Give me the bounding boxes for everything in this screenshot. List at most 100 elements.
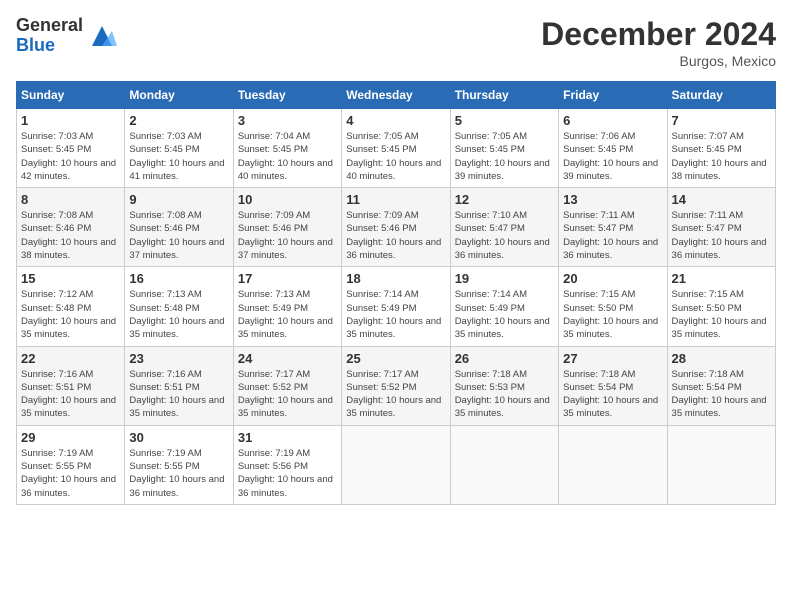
calendar-cell: 6 Sunrise: 7:06 AM Sunset: 5:45 PM Dayli… [559, 109, 667, 188]
day-number: 15 [21, 271, 120, 286]
calendar-week-row: 29 Sunrise: 7:19 AM Sunset: 5:55 PM Dayl… [17, 425, 776, 504]
day-info: Sunrise: 7:08 AM Sunset: 5:46 PM Dayligh… [129, 209, 228, 262]
weekday-header: Monday [125, 82, 233, 109]
calendar-cell: 8 Sunrise: 7:08 AM Sunset: 5:46 PM Dayli… [17, 188, 125, 267]
day-info: Sunrise: 7:15 AM Sunset: 5:50 PM Dayligh… [563, 288, 662, 341]
weekday-header: Thursday [450, 82, 558, 109]
day-info: Sunrise: 7:11 AM Sunset: 5:47 PM Dayligh… [672, 209, 771, 262]
day-number: 18 [346, 271, 445, 286]
title-section: December 2024 Burgos, Mexico [541, 16, 776, 69]
day-number: 1 [21, 113, 120, 128]
calendar-cell: 9 Sunrise: 7:08 AM Sunset: 5:46 PM Dayli… [125, 188, 233, 267]
calendar-cell [450, 425, 558, 504]
calendar-cell: 27 Sunrise: 7:18 AM Sunset: 5:54 PM Dayl… [559, 346, 667, 425]
day-number: 16 [129, 271, 228, 286]
calendar-cell: 24 Sunrise: 7:17 AM Sunset: 5:52 PM Dayl… [233, 346, 341, 425]
calendar-cell: 28 Sunrise: 7:18 AM Sunset: 5:54 PM Dayl… [667, 346, 775, 425]
day-info: Sunrise: 7:15 AM Sunset: 5:50 PM Dayligh… [672, 288, 771, 341]
day-number: 17 [238, 271, 337, 286]
day-info: Sunrise: 7:17 AM Sunset: 5:52 PM Dayligh… [346, 368, 445, 421]
logo-general: General [16, 16, 83, 36]
day-number: 3 [238, 113, 337, 128]
calendar-cell: 1 Sunrise: 7:03 AM Sunset: 5:45 PM Dayli… [17, 109, 125, 188]
day-info: Sunrise: 7:13 AM Sunset: 5:48 PM Dayligh… [129, 288, 228, 341]
weekday-header: Friday [559, 82, 667, 109]
logo-text: General Blue [16, 16, 83, 56]
calendar-cell: 2 Sunrise: 7:03 AM Sunset: 5:45 PM Dayli… [125, 109, 233, 188]
calendar-cell: 22 Sunrise: 7:16 AM Sunset: 5:51 PM Dayl… [17, 346, 125, 425]
calendar-cell [667, 425, 775, 504]
month-title: December 2024 [541, 16, 776, 53]
day-info: Sunrise: 7:08 AM Sunset: 5:46 PM Dayligh… [21, 209, 120, 262]
day-number: 6 [563, 113, 662, 128]
calendar-week-row: 1 Sunrise: 7:03 AM Sunset: 5:45 PM Dayli… [17, 109, 776, 188]
calendar-cell: 23 Sunrise: 7:16 AM Sunset: 5:51 PM Dayl… [125, 346, 233, 425]
calendar-cell: 29 Sunrise: 7:19 AM Sunset: 5:55 PM Dayl… [17, 425, 125, 504]
day-number: 23 [129, 351, 228, 366]
day-info: Sunrise: 7:19 AM Sunset: 5:56 PM Dayligh… [238, 447, 337, 500]
day-number: 24 [238, 351, 337, 366]
calendar-table: SundayMondayTuesdayWednesdayThursdayFrid… [16, 81, 776, 505]
calendar-cell: 31 Sunrise: 7:19 AM Sunset: 5:56 PM Dayl… [233, 425, 341, 504]
location: Burgos, Mexico [541, 53, 776, 69]
day-info: Sunrise: 7:16 AM Sunset: 5:51 PM Dayligh… [21, 368, 120, 421]
day-info: Sunrise: 7:11 AM Sunset: 5:47 PM Dayligh… [563, 209, 662, 262]
day-number: 5 [455, 113, 554, 128]
calendar-cell: 11 Sunrise: 7:09 AM Sunset: 5:46 PM Dayl… [342, 188, 450, 267]
day-info: Sunrise: 7:03 AM Sunset: 5:45 PM Dayligh… [21, 130, 120, 183]
calendar-cell: 3 Sunrise: 7:04 AM Sunset: 5:45 PM Dayli… [233, 109, 341, 188]
day-info: Sunrise: 7:17 AM Sunset: 5:52 PM Dayligh… [238, 368, 337, 421]
day-number: 22 [21, 351, 120, 366]
weekday-header: Wednesday [342, 82, 450, 109]
day-info: Sunrise: 7:18 AM Sunset: 5:53 PM Dayligh… [455, 368, 554, 421]
day-info: Sunrise: 7:10 AM Sunset: 5:47 PM Dayligh… [455, 209, 554, 262]
day-info: Sunrise: 7:09 AM Sunset: 5:46 PM Dayligh… [238, 209, 337, 262]
calendar-cell: 12 Sunrise: 7:10 AM Sunset: 5:47 PM Dayl… [450, 188, 558, 267]
day-number: 10 [238, 192, 337, 207]
day-number: 26 [455, 351, 554, 366]
day-info: Sunrise: 7:19 AM Sunset: 5:55 PM Dayligh… [129, 447, 228, 500]
day-info: Sunrise: 7:16 AM Sunset: 5:51 PM Dayligh… [129, 368, 228, 421]
day-number: 14 [672, 192, 771, 207]
logo: General Blue [16, 16, 117, 56]
calendar-cell: 30 Sunrise: 7:19 AM Sunset: 5:55 PM Dayl… [125, 425, 233, 504]
calendar-cell: 4 Sunrise: 7:05 AM Sunset: 5:45 PM Dayli… [342, 109, 450, 188]
day-info: Sunrise: 7:09 AM Sunset: 5:46 PM Dayligh… [346, 209, 445, 262]
calendar-cell: 13 Sunrise: 7:11 AM Sunset: 5:47 PM Dayl… [559, 188, 667, 267]
day-info: Sunrise: 7:03 AM Sunset: 5:45 PM Dayligh… [129, 130, 228, 183]
day-number: 20 [563, 271, 662, 286]
calendar-week-row: 8 Sunrise: 7:08 AM Sunset: 5:46 PM Dayli… [17, 188, 776, 267]
calendar-cell: 19 Sunrise: 7:14 AM Sunset: 5:49 PM Dayl… [450, 267, 558, 346]
calendar-cell: 20 Sunrise: 7:15 AM Sunset: 5:50 PM Dayl… [559, 267, 667, 346]
day-info: Sunrise: 7:05 AM Sunset: 5:45 PM Dayligh… [455, 130, 554, 183]
day-number: 2 [129, 113, 228, 128]
day-number: 9 [129, 192, 228, 207]
day-info: Sunrise: 7:12 AM Sunset: 5:48 PM Dayligh… [21, 288, 120, 341]
calendar-cell [559, 425, 667, 504]
calendar-week-row: 15 Sunrise: 7:12 AM Sunset: 5:48 PM Dayl… [17, 267, 776, 346]
day-info: Sunrise: 7:18 AM Sunset: 5:54 PM Dayligh… [563, 368, 662, 421]
calendar-cell [342, 425, 450, 504]
day-info: Sunrise: 7:13 AM Sunset: 5:49 PM Dayligh… [238, 288, 337, 341]
calendar-cell: 17 Sunrise: 7:13 AM Sunset: 5:49 PM Dayl… [233, 267, 341, 346]
day-number: 13 [563, 192, 662, 207]
day-number: 4 [346, 113, 445, 128]
day-number: 21 [672, 271, 771, 286]
day-number: 31 [238, 430, 337, 445]
weekday-header: Sunday [17, 82, 125, 109]
logo-icon [87, 21, 117, 51]
calendar-cell: 26 Sunrise: 7:18 AM Sunset: 5:53 PM Dayl… [450, 346, 558, 425]
calendar-cell: 15 Sunrise: 7:12 AM Sunset: 5:48 PM Dayl… [17, 267, 125, 346]
day-info: Sunrise: 7:06 AM Sunset: 5:45 PM Dayligh… [563, 130, 662, 183]
day-number: 29 [21, 430, 120, 445]
calendar-week-row: 22 Sunrise: 7:16 AM Sunset: 5:51 PM Dayl… [17, 346, 776, 425]
day-number: 11 [346, 192, 445, 207]
day-number: 30 [129, 430, 228, 445]
calendar-cell: 21 Sunrise: 7:15 AM Sunset: 5:50 PM Dayl… [667, 267, 775, 346]
calendar-cell: 7 Sunrise: 7:07 AM Sunset: 5:45 PM Dayli… [667, 109, 775, 188]
day-info: Sunrise: 7:19 AM Sunset: 5:55 PM Dayligh… [21, 447, 120, 500]
day-number: 7 [672, 113, 771, 128]
day-info: Sunrise: 7:14 AM Sunset: 5:49 PM Dayligh… [346, 288, 445, 341]
day-number: 8 [21, 192, 120, 207]
calendar-cell: 18 Sunrise: 7:14 AM Sunset: 5:49 PM Dayl… [342, 267, 450, 346]
